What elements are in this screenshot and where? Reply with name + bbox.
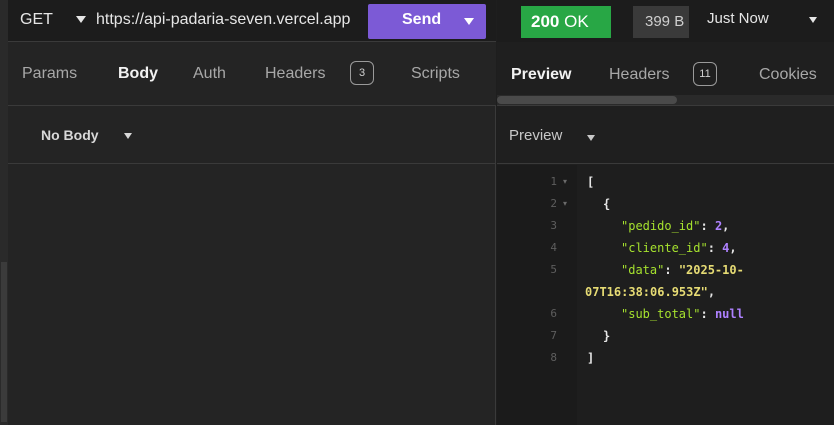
preview-mode-caret-down-icon[interactable] xyxy=(587,135,595,141)
line-number: 3 xyxy=(550,219,557,232)
json-line: [ xyxy=(587,173,594,191)
response-size: 399 B xyxy=(645,13,685,30)
fold-toggle-icon[interactable]: ▾ xyxy=(563,195,567,213)
response-status-row: 200 OK 399 B Just Now xyxy=(497,0,834,42)
preview-mode-bar: Preview xyxy=(497,107,834,164)
json-token-punc: ] xyxy=(587,351,595,365)
json-token-punc: { xyxy=(603,197,611,211)
json-line: { xyxy=(603,195,610,213)
send-button[interactable]: Send xyxy=(368,4,486,39)
json-line: "data": "2025-10- xyxy=(621,261,744,279)
tabs-scrollbar[interactable] xyxy=(497,95,834,105)
json-token-punc: } xyxy=(603,329,611,343)
line-number: 2 xyxy=(550,197,557,210)
json-token-punc: : xyxy=(700,219,715,233)
json-token-punc: : xyxy=(707,241,723,255)
body-mode-bar: No Body xyxy=(8,107,496,164)
line-number: 8 xyxy=(550,351,557,364)
json-token-str: 07T16:38:06.953Z" xyxy=(585,285,708,299)
response-time-select[interactable]: Just Now xyxy=(707,10,769,27)
json-viewer[interactable]: 1 ▾ [2 ▾ {3 "pedido_id": 2, 4 "cliente_id": 4, 5… xyxy=(497,165,834,425)
headers-count-badge: 3 xyxy=(350,61,374,85)
method-caret-down-icon[interactable] xyxy=(76,16,86,23)
json-line: } xyxy=(603,327,610,345)
tab-auth[interactable]: Auth xyxy=(193,65,226,83)
history-caret-down-icon[interactable] xyxy=(809,17,817,23)
json-token-punc: , xyxy=(729,241,737,255)
tab-scripts[interactable]: Scripts xyxy=(411,65,460,83)
window-edge xyxy=(0,0,8,425)
send-options-caret-down-icon[interactable] xyxy=(464,18,474,25)
response-pane: 200 OK 399 B Just Now Preview Headers 11… xyxy=(497,0,834,425)
body-mode-caret-down-icon[interactable] xyxy=(124,133,132,139)
json-token-lit: null xyxy=(714,307,744,321)
tab-headers[interactable]: Headers xyxy=(265,65,325,83)
preview-mode-select[interactable]: Preview xyxy=(509,127,562,144)
line-number: 4 xyxy=(550,241,557,254)
json-token-punc: , xyxy=(722,219,730,233)
json-token-punc: , xyxy=(707,285,716,299)
status-text: OK xyxy=(564,12,589,31)
line-number: 5 xyxy=(550,263,557,276)
json-token-key: "pedido_id" xyxy=(621,219,701,233)
send-button-label: Send xyxy=(402,11,442,28)
response-headers-count-badge: 11 xyxy=(693,62,717,86)
line-number: 6 xyxy=(550,307,557,320)
fold-toggle-icon[interactable]: ▾ xyxy=(563,173,567,191)
tab-cookies[interactable]: Cookies xyxy=(759,66,817,84)
json-line: "sub_total": null xyxy=(621,305,744,323)
json-line: "pedido_id": 2, xyxy=(621,217,729,235)
url-bar: GET https://api-padaria-seven.vercel.app… xyxy=(8,0,496,42)
tab-preview[interactable]: Preview xyxy=(511,66,571,84)
response-tabs: Preview Headers 11 Cookies xyxy=(497,42,834,106)
json-token-key: "sub_total" xyxy=(621,307,701,321)
json-line: ] xyxy=(587,349,594,367)
method-select[interactable]: GET xyxy=(20,11,53,29)
status-code: 200 xyxy=(531,12,560,31)
response-size-badge: 399 B xyxy=(633,6,689,38)
json-token-str: "2025-10- xyxy=(678,263,744,277)
json-token-key: "cliente_id" xyxy=(621,241,708,255)
json-token-punc: : xyxy=(700,307,715,321)
json-token-punc: [ xyxy=(587,175,595,189)
json-line: "cliente_id": 4, xyxy=(621,239,737,257)
tab-params[interactable]: Params xyxy=(22,65,77,83)
json-line: 07T16:38:06.953Z", xyxy=(585,283,715,301)
tabs-scrollbar-thumb[interactable] xyxy=(497,96,677,104)
tab-body[interactable]: Body xyxy=(118,65,158,83)
url-input[interactable]: https://api-padaria-seven.vercel.app xyxy=(96,11,368,29)
json-token-punc: : xyxy=(664,263,679,277)
vertical-scrollbar-thumb[interactable] xyxy=(1,262,7,422)
json-token-key: "data" xyxy=(621,263,665,277)
line-number: 1 xyxy=(550,175,557,188)
request-tabs: Params Body Auth Headers 3 Scripts xyxy=(8,42,496,106)
request-pane: GET https://api-padaria-seven.vercel.app… xyxy=(8,0,496,425)
body-mode-select[interactable]: No Body xyxy=(41,127,99,143)
tab-response-headers[interactable]: Headers xyxy=(609,66,669,84)
status-badge: 200 OK xyxy=(521,6,611,38)
line-number: 7 xyxy=(550,329,557,342)
